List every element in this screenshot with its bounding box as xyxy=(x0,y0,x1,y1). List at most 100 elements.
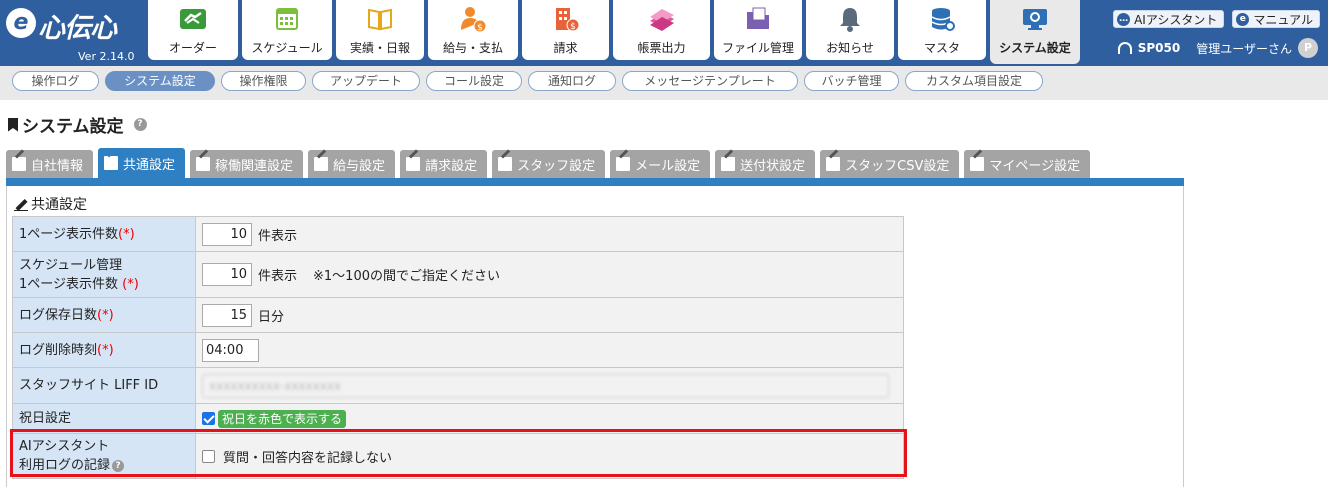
tab-operation-settings[interactable]: 稼働関連設定 xyxy=(190,150,304,178)
svg-text:$: $ xyxy=(477,23,483,33)
unit-label: 件表示 xyxy=(258,228,298,244)
logo-text: 心伝心 xyxy=(38,13,117,44)
nav-master[interactable]: マスタ xyxy=(898,0,986,60)
tab-staff-csv-settings[interactable]: スタッフCSV設定 xyxy=(820,150,960,178)
ai-log-checkbox[interactable] xyxy=(202,449,215,463)
help-icon[interactable]: ? xyxy=(133,118,147,131)
ai-assistant-button[interactable]: … AIアシスタント xyxy=(1113,10,1225,28)
subnav-system-settings[interactable]: システム設定 xyxy=(105,71,215,91)
nav-payroll[interactable]: $ 給与・支払 xyxy=(428,0,518,60)
nav-label: 請求 xyxy=(553,41,578,55)
row-value: xxxxxxxxxx-xxxxxxxx xyxy=(195,367,904,404)
tab-label: メール設定 xyxy=(635,158,701,174)
tab-billing-settings[interactable]: 請求設定 xyxy=(400,150,488,178)
form-row-schedule-count: スケジュール管理 1ページ表示件数 (*) 10 件表示 ※1～100の間でご指定くだ… xyxy=(12,251,904,298)
nav-files[interactable]: ファイル管理 xyxy=(714,0,802,60)
help-icon[interactable]: ? xyxy=(112,459,125,472)
nav-results[interactable]: 実績・日報 xyxy=(336,0,424,60)
app-logo[interactable]: e 心伝心 Ver 2.14.0 xyxy=(6,4,146,63)
tab-company-info[interactable]: 自社情報 xyxy=(6,150,94,178)
tab-payroll-settings[interactable]: 給与設定 xyxy=(308,150,396,178)
top-header: e 心伝心 Ver 2.14.0 オーダー スケジュール 実績・日報 $ 給与・… xyxy=(0,0,1328,66)
row-label: ログ保存日数(*) xyxy=(12,297,196,333)
building-money-icon: $ xyxy=(555,8,579,32)
nav-label: 帳票出力 xyxy=(637,41,686,55)
user-code: SP050 xyxy=(1137,41,1181,55)
subnav-batch[interactable]: バッチ管理 xyxy=(804,71,899,91)
row-label: スケジュール管理 1ページ表示件数 (*) xyxy=(12,251,196,298)
required-mark: (*) xyxy=(97,307,114,323)
nav-billing[interactable]: $ 請求 xyxy=(522,0,609,60)
page-title: システム設定 xyxy=(22,117,124,137)
sub-nav: 操作ログ システム設定 操作権限 アップデート コール設定 通知ログ メッセージ… xyxy=(0,66,1328,100)
header-buttons: … AIアシスタント e マニュアル xyxy=(1113,10,1320,28)
person-money-icon: $ xyxy=(461,7,487,33)
nav-schedule[interactable]: スケジュール xyxy=(242,0,332,60)
edit-icon xyxy=(406,157,421,171)
nav-forms[interactable]: 帳票出力 xyxy=(613,0,710,60)
app-version: Ver 2.14.0 xyxy=(78,50,135,63)
avatar[interactable]: P xyxy=(1298,38,1318,58)
subnav-custom-fields[interactable]: カスタム項目設定 xyxy=(905,71,1043,91)
nav-order[interactable]: オーダー xyxy=(148,0,238,60)
schedule-count-input[interactable]: 10 xyxy=(202,263,252,286)
row-value: 15 日分 xyxy=(195,297,904,333)
row-value: 祝日を赤色で表示する xyxy=(195,403,904,434)
nav-system-settings[interactable]: システム設定 xyxy=(990,0,1080,64)
log-days-input[interactable]: 15 xyxy=(202,303,252,327)
row-label: 1ページ表示件数(*) xyxy=(12,216,196,252)
tab-label: スタッフCSV設定 xyxy=(845,158,950,174)
row-value: 10 件表示 ※1～100の間でご指定ください xyxy=(195,251,904,298)
unit-label: 件表示 xyxy=(258,269,298,284)
unit-label: 日分 xyxy=(258,309,285,325)
tab-label: 請求設定 xyxy=(425,158,478,174)
book-icon xyxy=(368,8,392,31)
tab-label: 給与設定 xyxy=(333,158,386,174)
folder-icon xyxy=(747,7,769,29)
subnav-permissions[interactable]: 操作権限 xyxy=(221,71,306,91)
subnav-message-template[interactable]: メッセージテンプレート xyxy=(622,71,798,91)
log-delete-time-input[interactable]: 04:00 xyxy=(202,338,259,362)
tab-mail-settings[interactable]: メール設定 xyxy=(610,150,711,178)
tab-label: 共通設定 xyxy=(123,157,176,173)
nav-label: マスタ xyxy=(923,41,960,55)
required-mark: (*) xyxy=(122,276,139,292)
holiday-option-label[interactable]: 祝日を赤色で表示する xyxy=(218,409,347,428)
nav-label: オーダー xyxy=(168,41,217,55)
main-nav: オーダー スケジュール 実績・日報 $ 給与・支払 $ 請求 帳票出力 ファイル… xyxy=(148,0,1084,64)
nav-notice[interactable]: お知らせ xyxy=(806,0,894,60)
subnav-call-settings[interactable]: コール設定 xyxy=(426,71,522,91)
tab-cover-letter-settings[interactable]: 送付状設定 xyxy=(715,150,816,178)
edit-icon xyxy=(104,156,119,170)
required-mark: (*) xyxy=(97,342,114,358)
edit-icon xyxy=(498,157,513,171)
edit-icon xyxy=(826,157,841,171)
holiday-checkbox[interactable] xyxy=(202,412,215,425)
row-label: 祝日設定 xyxy=(12,403,196,434)
form-row-log-days: ログ保存日数(*) 15 日分 xyxy=(12,297,904,333)
row-value: 10 件表示 xyxy=(195,216,904,252)
subnav-notification-log[interactable]: 通知ログ xyxy=(528,71,616,91)
form-row-page-count: 1ページ表示件数(*) 10 件表示 xyxy=(12,216,904,252)
row-value: 04:00 xyxy=(195,332,904,368)
user-name[interactable]: 管理ユーザーさん xyxy=(1196,40,1292,57)
tab-panel-bar xyxy=(6,178,1184,186)
page-count-input[interactable]: 10 xyxy=(202,222,252,246)
edit-icon xyxy=(12,157,26,171)
subnav-update[interactable]: アップデート xyxy=(312,71,420,91)
form-row-ai-log: AIアシスタント 利用ログの記録? 質問・回答内容を記録しない xyxy=(12,433,904,479)
tab-mypage-settings[interactable]: マイページ設定 xyxy=(964,150,1091,178)
nav-label: スケジュール xyxy=(251,41,323,55)
ai-log-option-label[interactable]: 質問・回答内容を記録しない xyxy=(223,451,392,466)
row-label: AIアシスタント 利用ログの記録? xyxy=(12,433,196,479)
required-mark: (*) xyxy=(118,226,135,242)
manual-label: マニュアル xyxy=(1253,12,1313,27)
tab-label: 送付状設定 xyxy=(740,158,806,174)
subnav-operation-log[interactable]: 操作ログ xyxy=(12,71,99,91)
edit-icon xyxy=(196,157,211,171)
tab-common-settings[interactable]: 共通設定 xyxy=(98,148,186,178)
manual-icon: e xyxy=(1236,12,1250,26)
tab-staff-settings[interactable]: スタッフ設定 xyxy=(492,150,606,178)
manual-button[interactable]: e マニュアル xyxy=(1232,10,1320,28)
liff-id-input[interactable]: xxxxxxxxxx-xxxxxxxx xyxy=(202,373,889,398)
